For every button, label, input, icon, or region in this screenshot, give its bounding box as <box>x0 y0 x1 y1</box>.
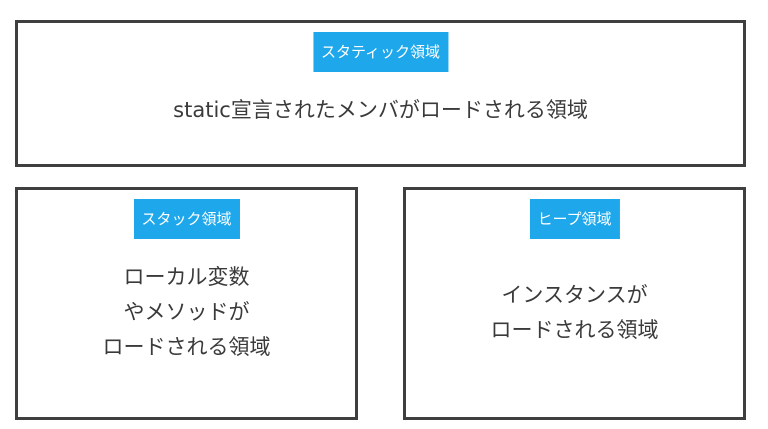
static-region-description: static宣言されたメンバがロードされる領域 <box>18 93 743 128</box>
static-region-description-line: static宣言されたメンバがロードされる領域 <box>173 98 588 122</box>
heap-region-label: ヒープ領域 <box>529 199 620 239</box>
stack-region-label: スタック領域 <box>133 199 240 239</box>
heap-region-description: インスタンスが ロードされる領域 <box>406 278 743 348</box>
static-region-box: スタティック領域 static宣言されたメンバがロードされる領域 <box>15 20 746 167</box>
stack-region-description-line: ロードされる領域 <box>102 335 271 359</box>
stack-region-description-line: やメソッドが <box>123 300 250 324</box>
stack-region-description-line: ローカル変数 <box>123 265 250 289</box>
heap-region-description-line: インスタンスが <box>501 283 648 307</box>
stack-region-box: スタック領域 ローカル変数 やメソッドが ロードされる領域 <box>15 187 358 420</box>
static-region-label: スタティック領域 <box>312 32 449 72</box>
heap-region-box: ヒープ領域 インスタンスが ロードされる領域 <box>403 187 746 420</box>
heap-region-description-line: ロードされる領域 <box>490 318 659 342</box>
stack-region-description: ローカル変数 やメソッドが ロードされる領域 <box>18 260 355 365</box>
memory-diagram: スタティック領域 static宣言されたメンバがロードされる領域 スタック領域 … <box>0 0 768 429</box>
